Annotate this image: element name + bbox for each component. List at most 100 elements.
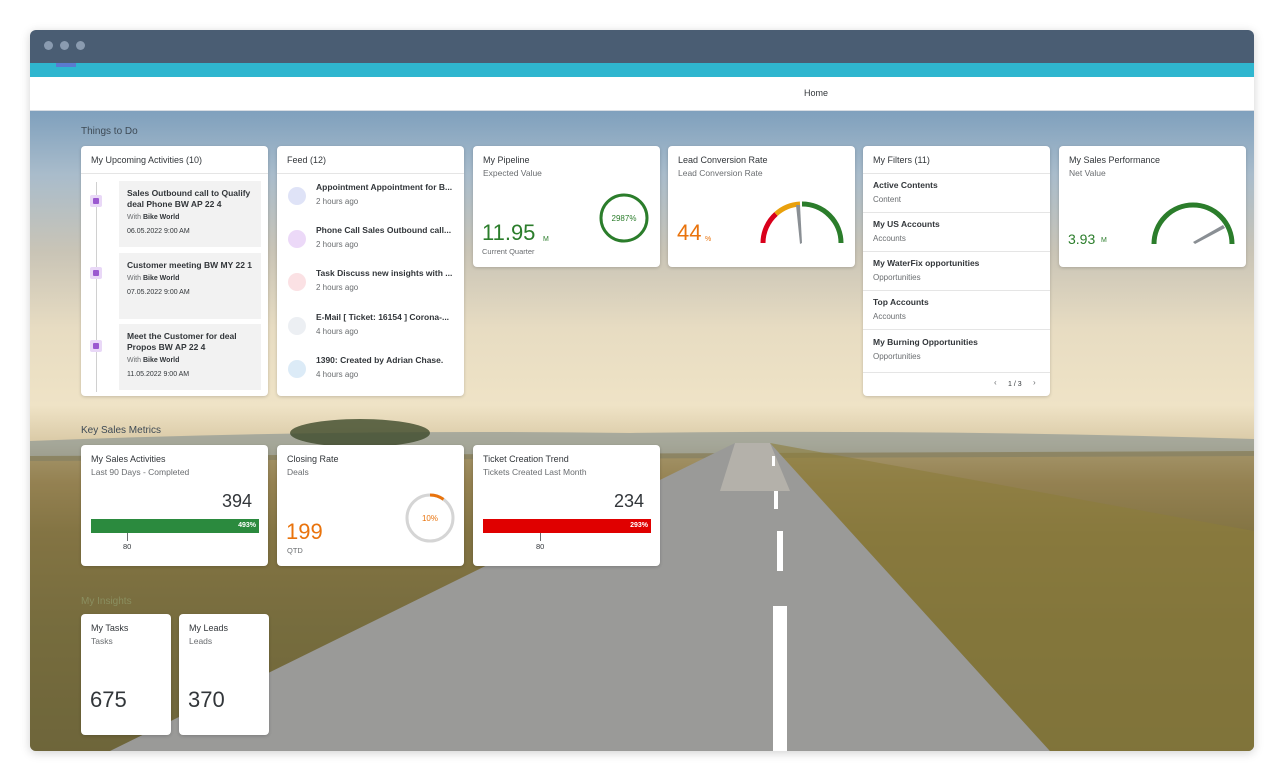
ticket-icon xyxy=(288,360,306,378)
pipeline-footer: Current Quarter xyxy=(482,247,535,256)
filters-card[interactable]: My Filters (11) Active Contents Content … xyxy=(863,146,1050,396)
filter-type: Opportunities xyxy=(873,352,921,361)
card-title: My Upcoming Activities (10) xyxy=(91,155,203,165)
pipeline-tile[interactable]: My Pipeline Expected Value 11.95 M Curre… xyxy=(473,146,660,267)
activity-item[interactable]: Sales Outbound call to Qualify deal Phon… xyxy=(119,181,261,247)
lead-conversion-tile[interactable]: Lead Conversion Rate Lead Conversion Rat… xyxy=(668,146,855,267)
my-leads-tile[interactable]: My Leads Leads 370 xyxy=(179,614,269,735)
activity-type-icon xyxy=(90,340,102,352)
feed-item-time: 4 hours ago xyxy=(316,370,359,379)
lead-conversion-unit: % xyxy=(705,236,712,243)
browser-window: Home Things to Do My Upcoming Activities… xyxy=(30,30,1254,751)
appointment-icon xyxy=(288,187,306,205)
ticket-trend-tile[interactable]: Ticket Creation Trend Tickets Created La… xyxy=(473,445,660,566)
feed-item-text[interactable]: E-Mail [ Ticket: 16154 ] Corona-... xyxy=(316,312,462,322)
activity-date: 06.05.2022 9:00 AM xyxy=(127,228,190,235)
feed-item-time: 2 hours ago xyxy=(316,197,359,206)
activity-with: With Bike World xyxy=(127,275,180,282)
feed-item-text[interactable]: Task Discuss new insights with ... xyxy=(316,268,462,278)
background-landscape: Things to Do My Upcoming Activities (10)… xyxy=(30,111,1254,751)
sales-performance-value: 3.93 xyxy=(1068,231,1096,247)
activity-item[interactable]: Meet the Customer for deal Propos BW AP … xyxy=(119,324,261,390)
activity-date: 07.05.2022 9:00 AM xyxy=(127,289,190,296)
timeline-line xyxy=(96,182,97,392)
tile-subtitle: Leads xyxy=(189,636,213,646)
tile-subtitle: Net Value xyxy=(1069,168,1106,178)
nav-home-tab[interactable]: Home xyxy=(804,88,828,98)
pager-prev-icon[interactable]: ‹ xyxy=(994,378,997,387)
tile-title: My Tasks xyxy=(91,623,129,633)
feed-item-time: 2 hours ago xyxy=(316,240,359,249)
filter-name[interactable]: My WaterFix opportunities xyxy=(873,258,979,268)
tile-subtitle: Lead Conversion Rate xyxy=(678,168,763,178)
filter-type: Accounts xyxy=(873,234,906,243)
lead-conversion-value: 44 xyxy=(677,220,702,245)
closing-rate-footer: QTD xyxy=(287,546,303,555)
section-things-to-do: Things to Do xyxy=(81,126,138,137)
activity-with: With Bike World xyxy=(127,214,180,221)
activity-title: Meet the Customer for deal Propos BW AP … xyxy=(127,331,237,352)
filter-name[interactable]: Top Accounts xyxy=(873,297,929,307)
logo-icon[interactable] xyxy=(56,63,76,67)
card-title: Feed (12) xyxy=(287,155,327,165)
sales-activities-bar xyxy=(91,519,259,533)
section-my-insights: My Insights xyxy=(81,596,132,607)
activity-with: With Bike World xyxy=(127,357,180,364)
sales-activities-bar-label: 493% xyxy=(238,522,256,529)
feed-item-time: 4 hours ago xyxy=(316,327,359,336)
closing-rate-tile[interactable]: Closing Rate Deals 199 QTD 10% xyxy=(277,445,464,566)
card-title: My Filters (11) xyxy=(873,155,930,165)
pipeline-value: 11.95 xyxy=(482,220,536,245)
pipeline-unit: M xyxy=(543,236,549,243)
lead-conversion-gauge xyxy=(760,201,844,244)
sales-activities-tile[interactable]: My Sales Activities Last 90 Days - Compl… xyxy=(81,445,268,566)
closing-rate-value: 199 xyxy=(286,519,323,544)
tile-title: Ticket Creation Trend xyxy=(483,454,569,464)
sales-activities-value: 394 xyxy=(221,491,252,511)
shell-header-bar xyxy=(30,63,1254,77)
feed-item-text[interactable]: 1390: Created by Adrian Chase. xyxy=(316,355,462,365)
phone-call-icon xyxy=(288,230,306,248)
tile-title: Closing Rate xyxy=(287,454,339,464)
navigation-bar: Home xyxy=(30,77,1254,111)
sales-activities-target: 80 xyxy=(123,542,132,551)
closing-rate-ring-chart: 10% xyxy=(405,493,455,543)
feed-item-text[interactable]: Phone Call Sales Outbound call... xyxy=(316,225,462,235)
sales-performance-gauge xyxy=(1151,202,1235,245)
filter-name[interactable]: My US Accounts xyxy=(873,219,940,229)
filter-type: Opportunities xyxy=(873,273,921,282)
window-titlebar xyxy=(30,30,1254,63)
ticket-trend-value: 234 xyxy=(613,491,644,511)
filter-name[interactable]: My Burning Opportunities xyxy=(873,337,978,347)
activity-item[interactable]: Customer meeting BW MY 22 1 With Bike Wo… xyxy=(119,253,261,319)
my-tasks-tile[interactable]: My Tasks Tasks 675 xyxy=(81,614,171,735)
window-dot-icon[interactable] xyxy=(44,41,53,50)
activity-type-icon xyxy=(90,195,102,207)
tile-title: My Leads xyxy=(189,623,229,633)
feed-item-text[interactable]: Appointment Appointment for B... xyxy=(316,182,462,192)
ticket-trend-bar-label: 293% xyxy=(630,522,648,529)
filter-name[interactable]: Active Contents xyxy=(873,180,938,190)
closing-rate-ring-label: 10% xyxy=(422,514,438,523)
upcoming-activities-card[interactable]: My Upcoming Activities (10) Sales Outbou… xyxy=(81,146,268,396)
filter-type: Content xyxy=(873,195,902,204)
activity-type-icon xyxy=(90,267,102,279)
pager-next-icon[interactable]: › xyxy=(1033,378,1036,387)
leads-value: 370 xyxy=(188,687,225,712)
window-dot-icon[interactable] xyxy=(60,41,69,50)
task-icon xyxy=(288,273,306,291)
window-dot-icon[interactable] xyxy=(76,41,85,50)
ticket-trend-bar xyxy=(483,519,651,533)
tile-subtitle: Expected Value xyxy=(483,168,542,178)
email-icon xyxy=(288,317,306,335)
tile-subtitle: Deals xyxy=(287,467,309,477)
filter-type: Accounts xyxy=(873,312,906,321)
sales-performance-tile[interactable]: My Sales Performance Net Value 3.93 M xyxy=(1059,146,1246,267)
activity-title: Customer meeting BW MY 22 1 xyxy=(127,260,253,270)
feed-card[interactable]: Feed (12) Appointment Appointment for B.… xyxy=(277,146,464,396)
tile-title: My Sales Performance xyxy=(1069,155,1161,165)
tile-title: Lead Conversion Rate xyxy=(678,155,768,165)
sales-performance-unit: M xyxy=(1101,237,1107,244)
tile-title: My Pipeline xyxy=(483,155,530,165)
pipeline-ring-chart: 2987% xyxy=(599,193,649,243)
